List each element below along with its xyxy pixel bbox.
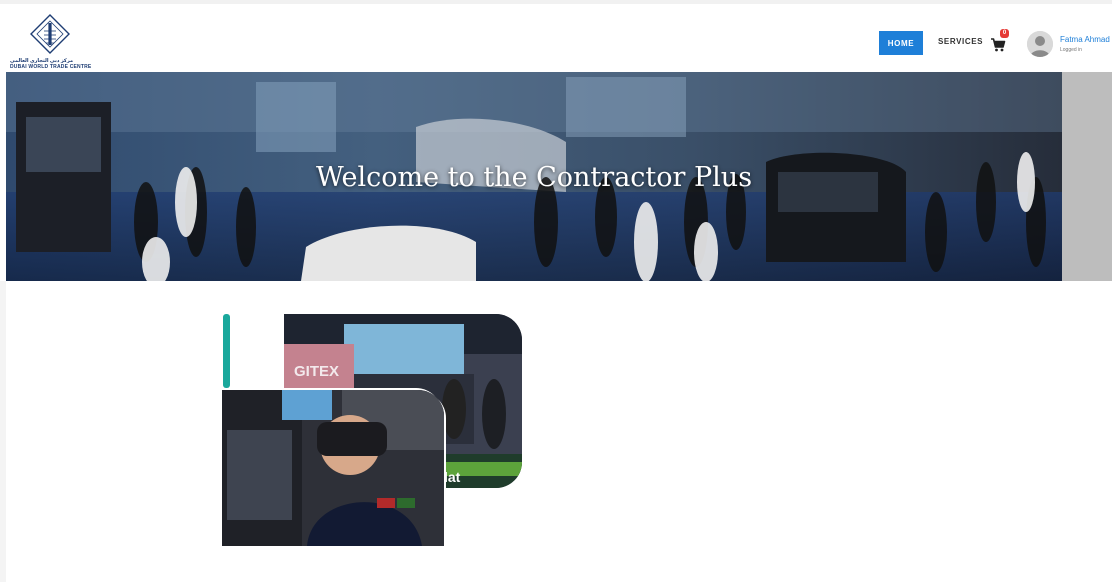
cart-icon <box>991 38 1006 52</box>
gitex-sign-text: GITEX <box>294 363 339 380</box>
hero-side-strip <box>1062 72 1112 281</box>
logo-text: مركز دبي التجاري العالمي DUBAI WORLD TRA… <box>10 58 91 70</box>
user-avatar-icon[interactable] <box>1027 31 1053 57</box>
user-status: Logged in <box>1060 47 1082 53</box>
left-gutter <box>0 281 6 582</box>
hero-banner: Welcome to the Contractor Plus <box>6 72 1062 281</box>
nav-home-button[interactable]: HOME <box>879 31 923 55</box>
site-header: مركز دبي التجاري العالمي DUBAI WORLD TRA… <box>0 0 1112 72</box>
accent-bar <box>223 314 230 388</box>
etisalat-sign-text: lat <box>444 469 461 485</box>
hero-title: Welcome to the Contractor Plus <box>315 162 753 193</box>
vr-headset-photo <box>222 390 444 546</box>
user-name[interactable]: Fatma Ahmad <box>1060 35 1110 44</box>
nav-services-link[interactable]: SERVICES <box>938 37 983 46</box>
logo-english: DUBAI WORLD TRADE CENTRE <box>10 64 92 70</box>
cart-count-badge: 0 <box>1000 29 1009 38</box>
cart-button[interactable]: 0 <box>990 29 1012 54</box>
